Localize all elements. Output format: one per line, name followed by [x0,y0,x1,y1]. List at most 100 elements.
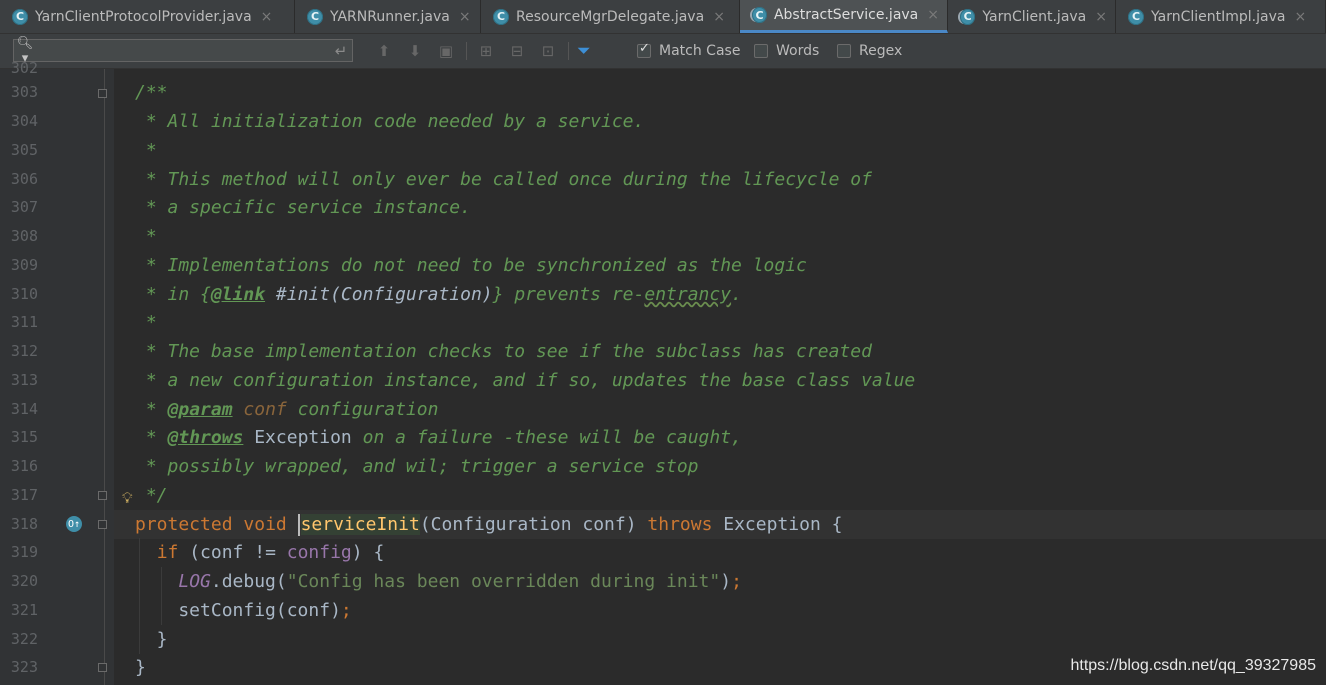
tab-label: YarnClientProtocolProvider.java [35,8,252,25]
search-field[interactable]: 🔍︎▾ ↵ [13,36,353,66]
editor-gutter: 302 303 304 305 306 307 308 309 310 311 … [0,59,133,685]
code-line-text: if (conf != config) { [156,542,385,563]
code-line: * in {@link #init(Configuration)} preven… [114,280,1326,309]
code-line: * a new configuration instance, and if s… [114,366,1326,395]
tab-abstractservice[interactable]: C AbstractService.java × [740,0,948,33]
code-line-text: /** [135,82,168,103]
gutter-divider [104,69,105,685]
next-occurrence-icon[interactable]: ⬇ [404,40,426,62]
filter-icon[interactable]: ⏷ [577,40,591,62]
line-number: 313 [10,371,38,389]
words-checkbox-box[interactable] [754,44,768,58]
regex-checkbox-box[interactable] [837,44,851,58]
current-code-line: protected void serviceInit(Configuration… [114,510,1326,539]
line-number: 315 [10,428,38,446]
code-line: * All initialization code needed by a se… [114,107,1326,136]
code-line-text: * a new configuration instance, and if s… [135,370,916,391]
code-line: LOG.debug("Config has been overridden du… [114,567,1326,596]
code-area[interactable]: /** * All initialization code needed by … [114,69,1326,685]
class-icon: C [493,8,509,25]
previous-occurrence-icon[interactable]: ⬆ [373,40,395,62]
line-number: 309 [10,256,38,274]
code-line-text: * possibly wrapped, and wil; trigger a s… [135,456,699,477]
select-all-occurrences-icon[interactable]: ⊡ [537,40,559,62]
code-line: * @param conf configuration [114,395,1326,424]
words-checkbox[interactable]: Words [754,43,819,59]
code-line: */ [114,481,1326,510]
tab-resourcemgrdelegate[interactable]: C ResourceMgrDelegate.java × [481,0,740,33]
code-line: } [114,625,1326,654]
tab-yarnclientprotocolprovider[interactable]: C YarnClientProtocolProvider.java × [0,0,295,33]
fold-toggle-icon[interactable] [98,491,107,500]
line-number: 319 [10,543,38,561]
match-case-checkbox[interactable]: Match Case [637,41,741,59]
tab-yarnclient[interactable]: C YarnClient.java × [948,0,1116,33]
fold-toggle-icon[interactable] [98,520,107,529]
watermark-text: https://blog.csdn.net/qq_39327985 [1070,657,1316,674]
match-case-label: Match Case [659,43,741,59]
fold-toggle-icon[interactable] [98,89,107,98]
class-icon: C [1128,8,1144,25]
close-icon[interactable]: × [927,7,939,23]
code-line: /** [114,78,1326,107]
line-number: 314 [10,400,38,418]
line-number: 318 [10,515,38,533]
line-number: 311 [10,313,38,331]
code-line: * Implementations do not need to be sync… [114,251,1326,280]
code-line-text: * a specific service instance. [135,197,471,218]
overrides-method-icon[interactable]: O↑ [66,516,82,532]
code-editor[interactable]: 302 303 304 305 306 307 308 309 310 311 … [0,59,1326,685]
code-line-text: * [135,140,157,161]
line-number: 303 [10,83,38,101]
abstract-class-icon: C [960,8,976,25]
line-number: 322 [10,630,38,648]
enter-icon[interactable]: ↵ [330,42,352,60]
code-line: * possibly wrapped, and wil; trigger a s… [114,452,1326,481]
tab-yarnclientimpl[interactable]: C YarnClientImpl.java × [1116,0,1326,33]
find-all-icon[interactable]: ▣ [435,40,457,62]
code-line: * [114,222,1326,251]
close-icon[interactable]: × [459,9,471,25]
code-line-text: * [135,226,157,247]
line-number: 307 [10,198,38,216]
tab-label: ResourceMgrDelegate.java [516,8,705,25]
line-number: 310 [10,285,38,303]
code-line: * [114,136,1326,165]
code-line-text: setConfig(conf); [135,600,352,621]
add-occurrence-icon[interactable]: ⊞ [475,40,497,62]
line-number: 323 [10,658,38,676]
close-icon[interactable]: × [261,9,273,25]
match-case-checkbox-box[interactable] [637,41,651,58]
code-line-text: LOG.debug("Config has been overridden du… [178,571,742,592]
code-line-text: protected void serviceInit(Configuration… [135,514,843,536]
search-input[interactable] [36,39,330,62]
code-line-text: * @param conf configuration [135,399,439,420]
close-icon[interactable]: × [1095,9,1107,25]
code-line: * [114,308,1326,337]
close-icon[interactable]: × [1294,9,1306,25]
close-icon[interactable]: × [713,9,725,25]
line-number: 306 [10,170,38,188]
remove-occurrence-icon[interactable]: ⊟ [506,40,528,62]
line-number: 321 [10,601,38,619]
code-line: setConfig(conf); [114,596,1326,625]
code-line-text: * The base implementation checks to see … [135,341,872,362]
tab-label: YarnClientImpl.java [1151,8,1286,25]
fold-toggle-icon[interactable] [98,663,107,672]
code-line: if (conf != config) { [114,538,1326,567]
class-icon: C [12,8,28,25]
regex-checkbox[interactable]: Regex [837,43,902,59]
abstract-class-icon: C [752,7,767,23]
class-icon: C [307,8,323,25]
code-line-text: * in {@link #init(Configuration)} preven… [135,284,742,305]
tab-label: YARNRunner.java [330,8,450,25]
line-number: 304 [10,112,38,130]
line-number: 317 [10,486,38,504]
code-line-text: * All initialization code needed by a se… [135,111,645,132]
code-line: * The base implementation checks to see … [114,337,1326,366]
regex-label: Regex [859,43,903,59]
tab-yarnrunner[interactable]: C YARNRunner.java × [295,0,481,33]
words-label: Words [776,43,820,59]
code-line-text: * [135,312,157,333]
line-number: 302 [10,59,38,77]
